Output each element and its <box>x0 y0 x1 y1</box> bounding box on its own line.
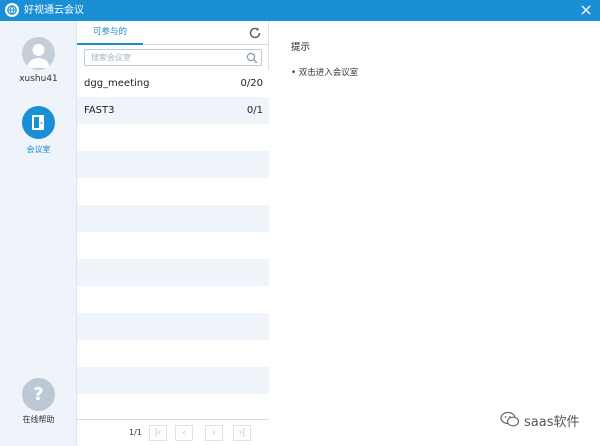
title-bar: 好视通云会议 <box>0 0 600 21</box>
help-icon[interactable]: ? <box>22 378 55 411</box>
refresh-icon <box>249 27 261 39</box>
refresh-button[interactable] <box>248 25 262 39</box>
sidebar-item-meeting-room[interactable]: 会议室 <box>0 144 77 155</box>
close-icon <box>581 5 591 15</box>
window-title: 好视通云会议 <box>24 5 84 16</box>
username: xushu41 <box>19 74 58 84</box>
wechat-icon <box>500 411 520 427</box>
room-count: 0/20 <box>240 78 263 89</box>
room-list-panel: 可参与的 dgg_meeting 0/20 FAST3 0/1 1/1 |‹ ‹ <box>77 21 269 446</box>
empty-row <box>77 394 269 421</box>
search-input[interactable] <box>85 50 243 65</box>
room-list: dgg_meeting 0/20 FAST3 0/1 <box>77 70 269 421</box>
last-page-button[interactable]: ›| <box>233 425 251 441</box>
empty-row <box>77 367 269 394</box>
room-row[interactable]: dgg_meeting 0/20 <box>77 70 269 97</box>
watermark-text: saas软件 <box>524 415 580 430</box>
empty-row <box>77 232 269 259</box>
left-sidebar: xushu41 会议室 ? 在线帮助 <box>0 21 77 446</box>
globe-icon <box>5 3 19 17</box>
hint-panel: 提示 • 双击进入会议室 <box>270 21 600 446</box>
hint-item: • 双击进入会议室 <box>291 68 359 78</box>
tab-joinable[interactable]: 可参与的 <box>77 21 143 45</box>
next-page-button[interactable]: › <box>205 425 223 441</box>
meeting-room-icon <box>32 115 44 130</box>
prev-page-button[interactable]: ‹ <box>175 425 193 441</box>
avatar[interactable] <box>22 37 55 70</box>
empty-row <box>77 124 269 151</box>
empty-row <box>77 259 269 286</box>
room-name: dgg_meeting <box>84 78 150 89</box>
empty-row <box>77 340 269 367</box>
hint-title: 提示 <box>291 42 311 53</box>
empty-row <box>77 151 269 178</box>
room-name: FAST3 <box>84 105 115 116</box>
tab-bar: 可参与的 <box>77 21 269 45</box>
help-label[interactable]: 在线帮助 <box>0 414 77 425</box>
pagination: 1/1 |‹ ‹ › ›| <box>77 419 269 446</box>
room-count: 0/1 <box>246 105 263 116</box>
room-row[interactable]: FAST3 0/1 <box>77 97 269 124</box>
empty-row <box>77 313 269 340</box>
empty-row <box>77 178 269 205</box>
first-page-button[interactable]: |‹ <box>149 425 167 441</box>
empty-row <box>77 286 269 313</box>
search-box <box>84 49 262 66</box>
close-button[interactable] <box>578 2 594 18</box>
meeting-room-nav-button[interactable] <box>22 106 55 139</box>
page-number: 1/1 <box>129 428 142 437</box>
search-icon[interactable] <box>246 52 258 64</box>
empty-row <box>77 205 269 232</box>
